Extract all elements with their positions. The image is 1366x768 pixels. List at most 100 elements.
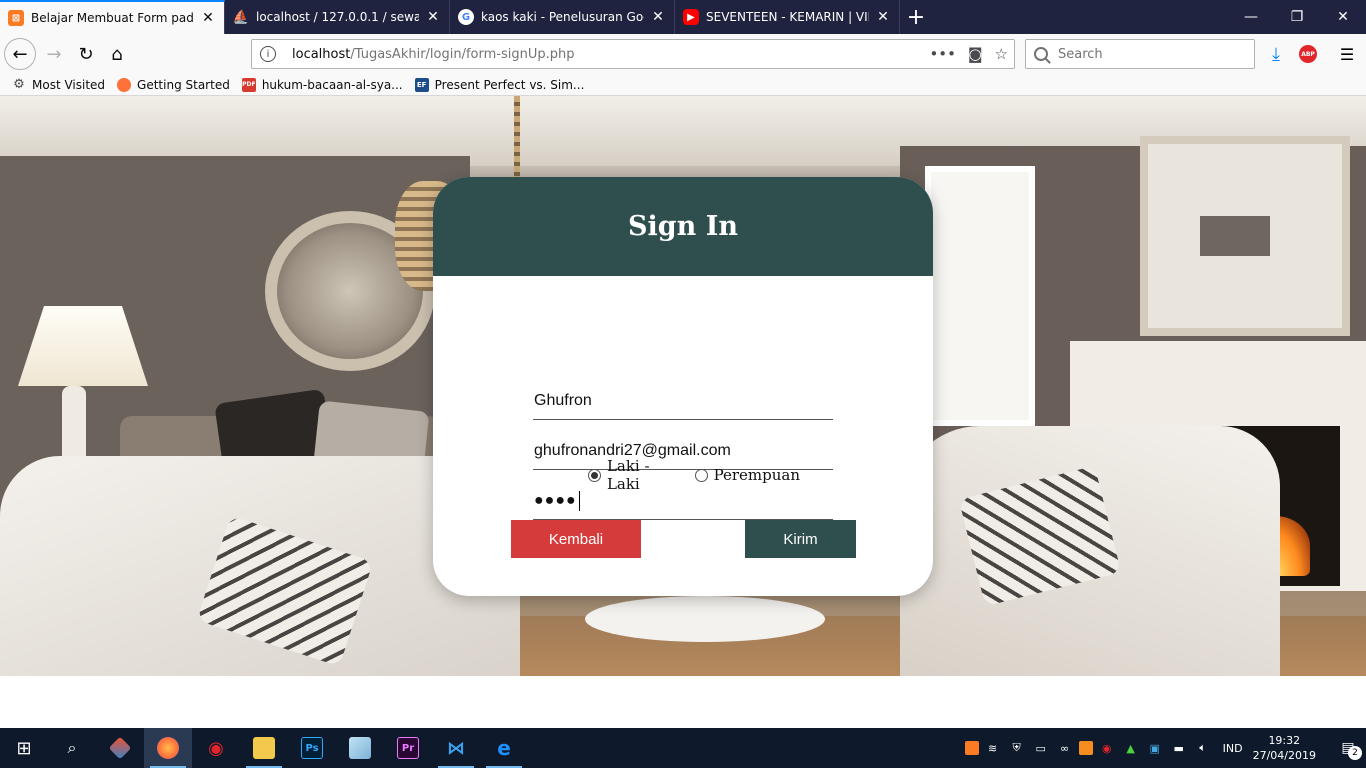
windows-icon: ⊞ <box>16 737 32 759</box>
card-header: Sign In <box>433 177 933 276</box>
forward-button[interactable]: → <box>38 38 70 70</box>
info-icon[interactable]: i <box>260 46 276 62</box>
gender-radio-group: Laki - Laki Perempuan <box>588 457 808 493</box>
url-path: /TugasAkhir/login/form-signUp.php <box>350 46 575 62</box>
taskbar-photoshop[interactable]: Ps <box>288 728 336 768</box>
download-button[interactable]: ⤓ <box>1261 38 1291 70</box>
language-indicator[interactable]: IND <box>1223 742 1243 755</box>
taskbar-garena[interactable]: ◉ <box>192 728 240 768</box>
name-value: Ghufron <box>534 391 592 409</box>
git-icon <box>108 736 132 760</box>
back-button[interactable]: ← <box>4 38 36 70</box>
sublime-icon[interactable] <box>1078 741 1093 755</box>
adblock-button[interactable]: ABP <box>1293 38 1323 70</box>
taskbar-file-explorer[interactable] <box>240 728 288 768</box>
google-icon: G <box>458 9 474 25</box>
garena-tray-icon[interactable]: ◉ <box>1097 738 1117 758</box>
bookmark-label: Getting Started <box>137 77 230 92</box>
home-icon: ⌂ <box>111 43 123 65</box>
folder-icon <box>253 737 275 759</box>
bookmark-present-perfect[interactable]: EF Present Perfect vs. Sim... <box>414 77 584 92</box>
text-caret <box>578 490 580 511</box>
close-icon[interactable]: ✕ <box>875 9 891 25</box>
taskbar-notepad[interactable] <box>336 728 384 768</box>
firefox-icon <box>117 77 132 92</box>
tab-google-search[interactable]: G kaos kaki - Penelusuran Google ✕ <box>450 0 675 34</box>
action-center-button[interactable]: ▤ 2 <box>1330 728 1366 768</box>
bookmark-star-icon[interactable]: ☆ <box>995 45 1008 63</box>
bookmark-hukum-bacaan[interactable]: PDF hukum-bacaan-al-sya... <box>241 77 403 92</box>
taskbar-git[interactable] <box>96 728 144 768</box>
close-icon[interactable]: ✕ <box>425 9 441 25</box>
vscode-icon: ⋈ <box>447 737 465 759</box>
photoshop-icon: Ps <box>301 737 323 759</box>
sign-in-card: Sign In Ghufron ghufronandri27@gmail.com… <box>433 177 933 596</box>
defender-icon[interactable]: ⛨ <box>1007 738 1027 758</box>
notepad-icon <box>349 737 371 759</box>
download-icon: ⤓ <box>1272 43 1280 65</box>
reload-button[interactable]: ↻ <box>70 38 102 70</box>
taskbar-search-button[interactable]: ⌕ <box>48 728 96 768</box>
bookmark-label: hukum-bacaan-al-sya... <box>261 77 403 92</box>
tab-phpmyadmin[interactable]: ⛵ localhost / 127.0.0.1 / sewa_barang ✕ <box>225 0 450 34</box>
password-value: ●●●● <box>534 491 577 509</box>
tab-title: SEVENTEEN - KEMARIN | VIDEO <box>706 10 869 24</box>
youtube-icon: ▶ <box>683 9 699 25</box>
back-button[interactable]: Kembali <box>511 520 641 558</box>
radio-label-laki-laki[interactable]: Laki - Laki <box>607 457 687 493</box>
url-bar[interactable]: i localhost/TugasAkhir/login/form-signUp… <box>251 39 1015 69</box>
menu-button[interactable]: ☰ <box>1332 38 1362 70</box>
taskbar-vscode[interactable]: ⋈ <box>432 728 480 768</box>
taskbar-edge[interactable]: e <box>480 728 528 768</box>
xampp-icon[interactable] <box>964 741 979 755</box>
firefox-icon <box>157 737 179 759</box>
close-icon[interactable]: ✕ <box>200 10 216 26</box>
url-host: localhost <box>292 46 351 62</box>
xampp-icon: ⊠ <box>8 10 24 26</box>
bookmark-most-visited[interactable]: ⚙ Most Visited <box>12 77 105 92</box>
tab-title: kaos kaki - Penelusuran Google <box>481 10 644 24</box>
system-tray: ≋ ⛨ ▭ ∞ ◉ ▲ ▣ ▬ 🔈︎ IND 19:32 27/04/2019 … <box>963 728 1366 768</box>
premiere-icon: Pr <box>397 737 419 759</box>
taskbar-firefox[interactable] <box>144 728 192 768</box>
nav-bar: ← → ↻ ⌂ i localhost/TugasAkhir/login/for… <box>0 34 1366 74</box>
bookmarks-bar: ⚙ Most Visited Getting Started PDF hukum… <box>0 74 1366 96</box>
radio-label-perempuan[interactable]: Perempuan <box>714 466 800 484</box>
restore-button[interactable]: ❐ <box>1274 0 1320 34</box>
tab-bar: ⊠ Belajar Membuat Form pada HTML ✕ ⛵ loc… <box>0 0 1366 34</box>
name-field[interactable]: Ghufron <box>533 382 833 420</box>
clock[interactable]: 19:32 27/04/2019 <box>1253 733 1316 763</box>
nvidia-icon[interactable]: ▲ <box>1121 738 1141 758</box>
ef-icon: EF <box>414 77 429 92</box>
display-icon[interactable]: ▬ <box>1169 738 1189 758</box>
minimize-button[interactable]: — <box>1228 0 1274 34</box>
tab-title: localhost / 127.0.0.1 / sewa_barang <box>256 10 419 24</box>
pdf-icon: PDF <box>241 77 256 92</box>
link-icon[interactable]: ∞ <box>1055 738 1075 758</box>
search-icon: ⌕ <box>67 738 77 757</box>
taskbar-premiere[interactable]: Pr <box>384 728 432 768</box>
volume-icon[interactable]: 🔈︎ <box>1193 738 1213 758</box>
arrow-right-icon: → <box>46 43 62 65</box>
close-window-button[interactable]: ✕ <box>1320 0 1366 34</box>
bookmark-getting-started[interactable]: Getting Started <box>117 77 230 92</box>
close-icon[interactable]: ✕ <box>650 9 666 25</box>
submit-button[interactable]: Kirim <box>745 520 856 558</box>
tab-form-html[interactable]: ⊠ Belajar Membuat Form pada HTML ✕ <box>0 0 225 34</box>
phpmyadmin-icon: ⛵ <box>232 9 250 25</box>
pocket-icon[interactable]: ◙ <box>968 45 983 63</box>
tab-title: Belajar Membuat Form pada HTML <box>31 11 194 25</box>
tab-youtube[interactable]: ▶ SEVENTEEN - KEMARIN | VIDEO ✕ <box>675 0 900 34</box>
radio-laki-laki[interactable] <box>588 468 601 482</box>
wifi-icon[interactable]: ≋ <box>983 738 1003 758</box>
battery-icon[interactable]: ▭ <box>1031 738 1051 758</box>
new-tab-button[interactable]: + <box>900 0 932 34</box>
radio-perempuan[interactable] <box>694 468 708 482</box>
clock-time: 19:32 <box>1268 734 1301 747</box>
network-monitor-icon[interactable]: ▣ <box>1145 738 1165 758</box>
page-actions-icon[interactable]: ••• <box>929 45 956 63</box>
start-button[interactable]: ⊞ <box>0 728 48 768</box>
reload-icon: ↻ <box>78 43 94 65</box>
search-input[interactable]: Search <box>1025 39 1255 69</box>
home-button[interactable]: ⌂ <box>101 38 133 70</box>
